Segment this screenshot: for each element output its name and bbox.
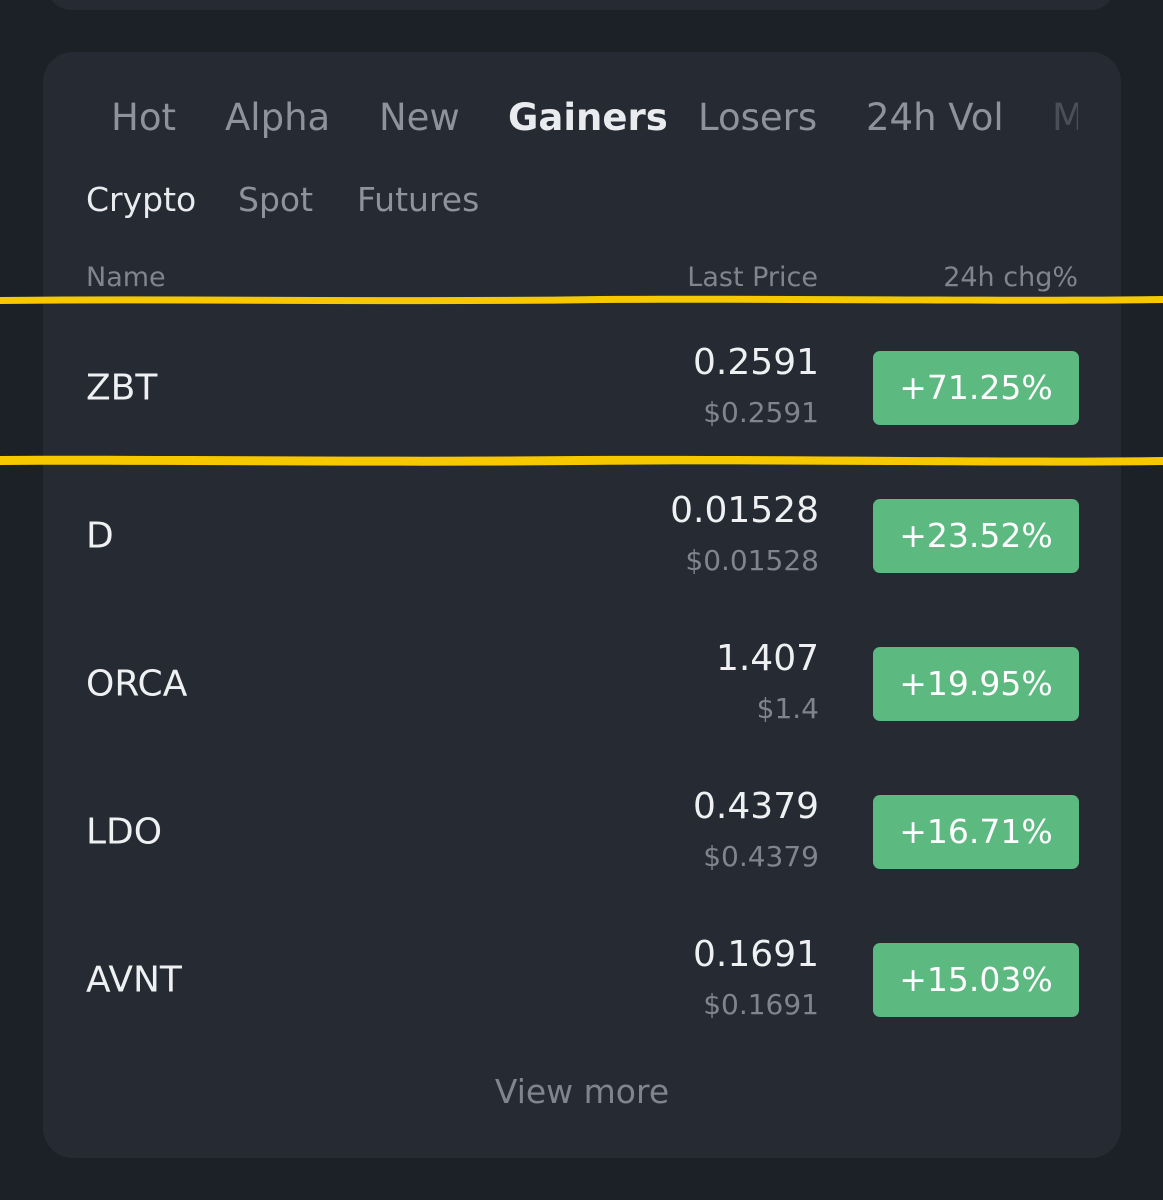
column-header-24h-change[interactable]: 24h chg% — [943, 258, 1078, 298]
row-change-badge[interactable]: +19.95% — [873, 647, 1079, 721]
tab-24h-vol[interactable]: 24h Vol — [866, 88, 1004, 148]
market-row-zbt[interactable]: ZBT 0.2591 $0.2591 +71.25% — [43, 314, 1121, 462]
row-last-price: 1.407 — [715, 638, 819, 679]
market-row-d[interactable]: D 0.01528 $0.01528 +23.52% — [43, 462, 1121, 610]
market-row-orca[interactable]: ORCA 1.407 $1.4 +19.95% — [43, 610, 1121, 758]
row-change-badge[interactable]: +16.71% — [873, 795, 1079, 869]
subtab-futures[interactable]: Futures — [357, 174, 479, 226]
market-row-ldo[interactable]: LDO 0.4379 $0.4379 +16.71% — [43, 758, 1121, 906]
row-symbol: LDO — [86, 811, 163, 853]
previous-card — [47, 0, 1115, 10]
subtab-spot[interactable]: Spot — [238, 174, 313, 226]
row-change-badge[interactable]: +15.03% — [873, 943, 1079, 1017]
tab-losers[interactable]: Losers — [698, 88, 817, 148]
row-last-price: 0.2591 — [693, 342, 819, 383]
row-last-price: 0.1691 — [693, 934, 819, 975]
row-change-badge[interactable]: +23.52% — [873, 499, 1079, 573]
row-symbol: ZBT — [86, 367, 158, 409]
subtab-crypto[interactable]: Crypto — [86, 174, 196, 226]
tab-alpha[interactable]: Alpha — [225, 88, 330, 148]
row-symbol: D — [86, 515, 114, 557]
row-usd-price: $0.2591 — [703, 396, 819, 429]
row-usd-price: $0.1691 — [703, 988, 819, 1021]
view-more-link[interactable]: View more — [43, 1068, 1121, 1116]
row-change-badge[interactable]: +71.25% — [873, 351, 1079, 425]
row-symbol: ORCA — [86, 663, 188, 705]
tab-new[interactable]: New — [379, 88, 460, 148]
row-usd-price: $0.4379 — [703, 840, 819, 873]
row-usd-price: $1.4 — [756, 692, 819, 725]
tab-overflow-clip: M — [1052, 88, 1078, 148]
column-header-name[interactable]: Name — [86, 258, 166, 298]
tab-hot[interactable]: Hot — [111, 88, 176, 148]
market-row-avnt[interactable]: AVNT 0.1691 $0.1691 +15.03% — [43, 906, 1121, 1054]
column-header-last-price[interactable]: Last Price — [687, 258, 818, 298]
tab-gainers[interactable]: Gainers — [508, 88, 668, 148]
row-usd-price: $0.01528 — [685, 544, 819, 577]
row-last-price: 0.4379 — [693, 786, 819, 827]
row-last-price: 0.01528 — [670, 490, 819, 531]
tab-more-partial[interactable]: M — [1052, 88, 1078, 148]
row-symbol: AVNT — [86, 959, 182, 1001]
